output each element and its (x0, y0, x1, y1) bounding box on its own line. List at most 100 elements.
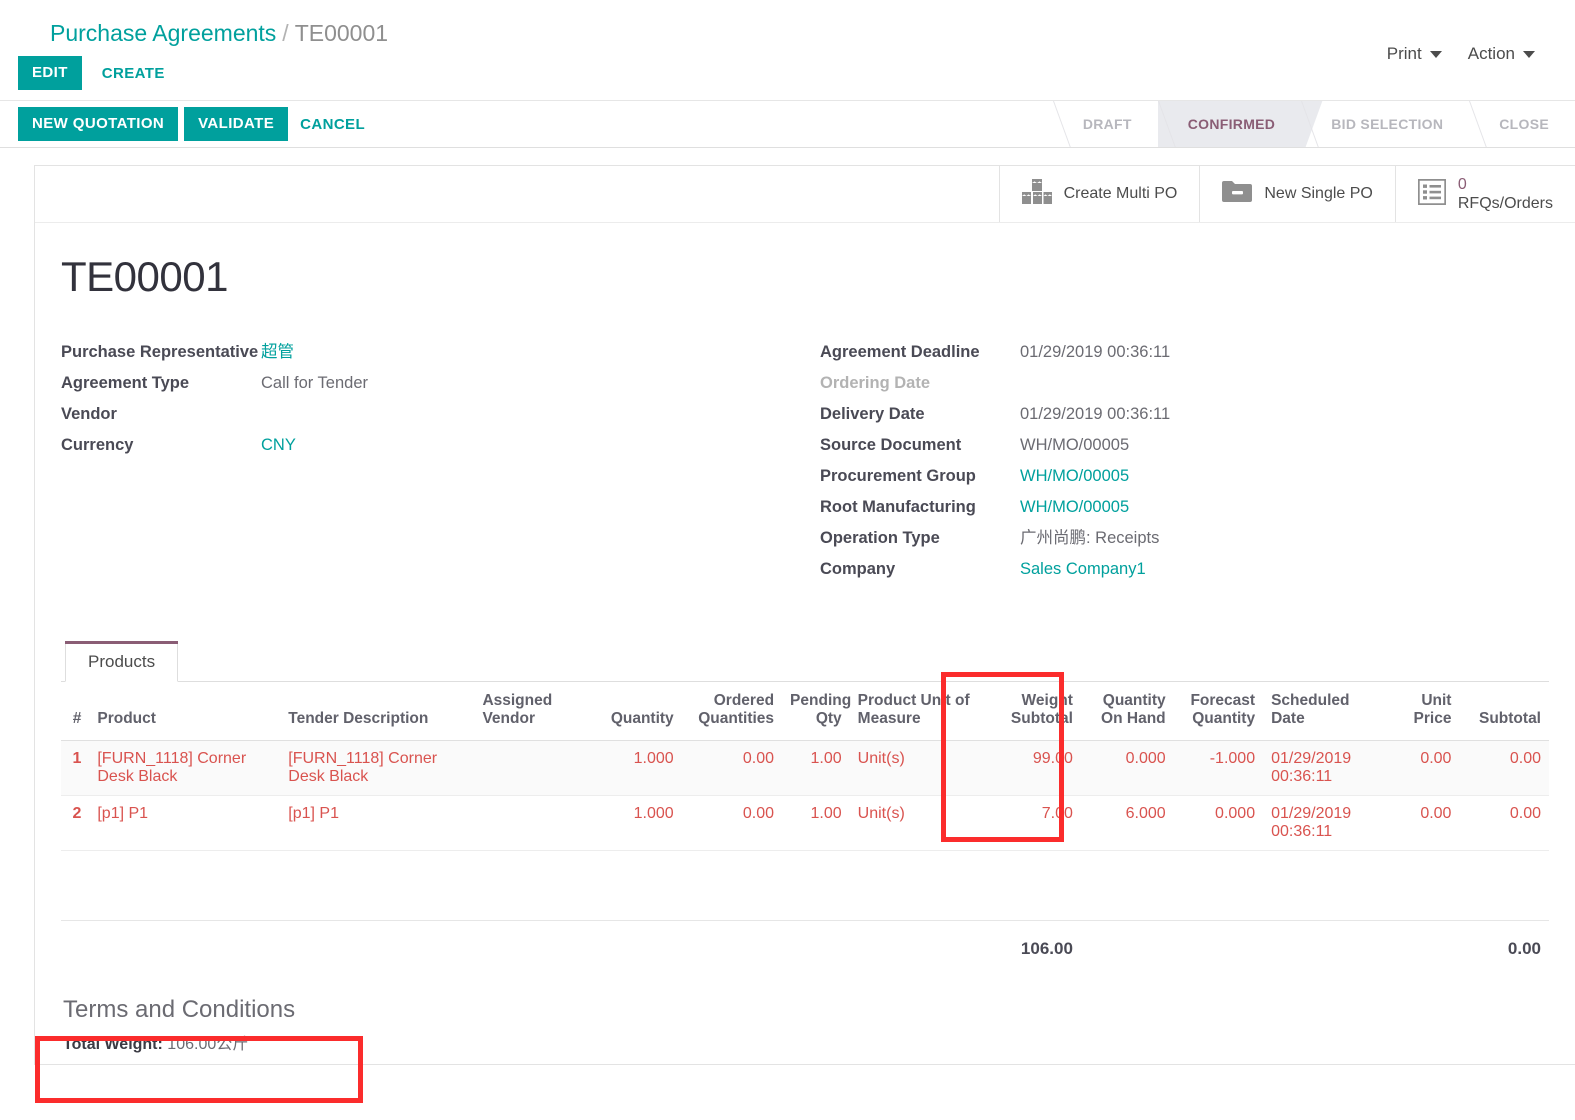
folder-minus-icon (1222, 180, 1252, 209)
field-group-right: Agreement Deadline01/29/2019 00:36:11 Ord… (805, 341, 1549, 589)
total-scheduled-date (1263, 921, 1383, 969)
notebook-tabs: Products (61, 641, 1549, 682)
field-row: Delivery Date01/29/2019 00:36:11 (820, 403, 1549, 425)
total-seq (61, 921, 89, 969)
smart-button-count: 0 (1458, 175, 1553, 194)
total-quantity (584, 921, 682, 969)
total-tender-description (280, 921, 474, 969)
cell-assigned-vendor (474, 796, 583, 851)
cell-ordered-quantities: 0.00 (682, 796, 782, 851)
field-value-operation-type: 广州尚鹏: Receipts (1020, 527, 1350, 549)
total-weight-subtotal: 106.00 (983, 921, 1081, 969)
field-row: Agreement Deadline01/29/2019 00:36:11 (820, 341, 1549, 363)
breadcrumb-separator: / (282, 20, 288, 46)
field-row: Root ManufacturingWH/MO/00005 (820, 496, 1549, 518)
field-group-left: Purchase Representative超管Agreement TypeC… (61, 341, 805, 589)
total-weight-label: Total Weight: (63, 1036, 163, 1053)
column-header-scheduled-date: Scheduled Date (1263, 682, 1383, 741)
cell-seq: 1 (61, 741, 89, 796)
control-panel: Purchase Agreements/TE00001 EDIT CREATE … (0, 0, 1575, 100)
cell-pending-qty: 1.00 (782, 741, 850, 796)
cell-unit-price: 0.00 (1383, 741, 1459, 796)
field-label-currency: Currency (61, 434, 261, 456)
table-row[interactable]: 2[p1] P1[p1] P11.0000.001.00Unit(s)7.006… (61, 796, 1549, 851)
field-label-vendor: Vendor (61, 403, 261, 425)
table-spacer-row (61, 851, 1549, 921)
smart-button-label: RFQs/Orders (1458, 194, 1553, 214)
field-row: Vendor (61, 403, 805, 425)
create-button[interactable]: CREATE (96, 57, 171, 90)
cell-assigned-vendor (474, 741, 583, 796)
smart-button-new-single-po[interactable]: New Single PO (1199, 166, 1395, 222)
field-groups: Purchase Representative超管Agreement TypeC… (61, 341, 1549, 589)
cell-uom: Unit(s) (850, 741, 983, 796)
action-dropdown[interactable]: Action (1468, 44, 1535, 64)
column-header-pending-qty: Pending Qty (782, 682, 850, 741)
cell-ordered-quantities: 0.00 (682, 741, 782, 796)
status-stage-confirmed[interactable]: CONFIRMED (1158, 101, 1301, 147)
field-row: Purchase Representative超管 (61, 341, 805, 363)
smart-button-text: Create Multi PO (1064, 184, 1178, 204)
status-stage-label: CONFIRMED (1188, 116, 1275, 132)
field-label-procurement-group: Procurement Group (820, 465, 1020, 487)
cell-product: [FURN_1118] Corner Desk Black (89, 741, 280, 796)
smart-button-text: New Single PO (1264, 184, 1373, 204)
cell-tender-description: [p1] P1 (280, 796, 474, 851)
cell-forecast-quantity: 0.000 (1174, 796, 1263, 851)
status-stage-bid-selection[interactable]: BID SELECTION (1301, 101, 1469, 147)
field-value-company[interactable]: Sales Company1 (1020, 558, 1350, 580)
total-assigned-vendor (474, 921, 583, 969)
total-forecast-quantity (1174, 921, 1263, 969)
validate-button[interactable]: VALIDATE (184, 107, 288, 141)
terms-body: Total Weight: 106.00公斤 (63, 1030, 1547, 1054)
status-stage-close[interactable]: CLOSE (1469, 101, 1575, 147)
cell-pending-qty: 1.00 (782, 796, 850, 851)
notebook: Products #ProductTender DescriptionAssig… (61, 641, 1549, 968)
cell-unit-price: 0.00 (1383, 796, 1459, 851)
cell-scheduled-date: 01/29/2019 00:36:11 (1263, 796, 1383, 851)
cancel-button[interactable]: CANCEL (294, 108, 371, 141)
smart-button-create-multi-po[interactable]: Create Multi PO (999, 166, 1200, 222)
field-row: CompanySales Company1 (820, 558, 1549, 580)
breadcrumb-root-link[interactable]: Purchase Agreements (50, 20, 276, 46)
column-header-product: Product (89, 682, 280, 741)
smart-button-box: Create Multi PO New Single PO 0RFQs/Orders (35, 166, 1575, 223)
column-header-subtotal: Subtotal (1459, 682, 1549, 741)
field-label-company: Company (820, 558, 1020, 580)
cell-seq: 2 (61, 796, 89, 851)
field-row: Operation Type广州尚鹏: Receipts (820, 527, 1549, 549)
total-qty-on-hand (1081, 921, 1174, 969)
cell-quantity: 1.000 (584, 796, 682, 851)
field-value-procurement-group[interactable]: WH/MO/00005 (1020, 465, 1350, 487)
smart-button-label: Create Multi PO (1064, 184, 1178, 204)
cell-scheduled-date: 01/29/2019 00:36:11 (1263, 741, 1383, 796)
field-value-agreement-type: Call for Tender (261, 372, 521, 394)
cell-product: [p1] P1 (89, 796, 280, 851)
tab-products[interactable]: Products (65, 641, 178, 682)
cell-subtotal: 0.00 (1459, 796, 1549, 851)
field-label-ordering-date: Ordering Date (820, 372, 1020, 394)
table-row[interactable]: 1[FURN_1118] Corner Desk Black[FURN_1118… (61, 741, 1549, 796)
column-header-product-unit-of-measure: Product Unit of Measure (850, 682, 983, 741)
print-dropdown[interactable]: Print (1387, 44, 1442, 64)
breadcrumb-current: TE00001 (295, 20, 388, 46)
cell-subtotal: 0.00 (1459, 741, 1549, 796)
status-stage-draft[interactable]: DRAFT (1053, 101, 1158, 147)
total-product (89, 921, 280, 969)
field-value-root-manufacturing[interactable]: WH/MO/00005 (1020, 496, 1350, 518)
chevron-down-icon (1430, 51, 1442, 58)
field-value-currency[interactable]: CNY (261, 434, 521, 456)
cell-forecast-quantity: -1.000 (1174, 741, 1263, 796)
smart-button-rfqs-orders[interactable]: 0RFQs/Orders (1395, 166, 1575, 222)
smart-button-text: 0RFQs/Orders (1458, 175, 1553, 214)
field-row: Source DocumentWH/MO/00005 (820, 434, 1549, 456)
total-unit-price (1383, 921, 1459, 969)
form-sheet: Create Multi PO New Single PO 0RFQs/Orders… (34, 165, 1575, 1065)
field-value-purchase-representative[interactable]: 超管 (261, 341, 521, 363)
table-body: 1[FURN_1118] Corner Desk Black[FURN_1118… (61, 741, 1549, 969)
workflow-buttons: NEW QUOTATION VALIDATE CANCEL (0, 107, 371, 141)
page-title: TE00001 (61, 253, 1549, 301)
new-quotation-button[interactable]: NEW QUOTATION (18, 107, 178, 141)
edit-button[interactable]: EDIT (18, 56, 82, 90)
total-subtotal: 0.00 (1459, 921, 1549, 969)
